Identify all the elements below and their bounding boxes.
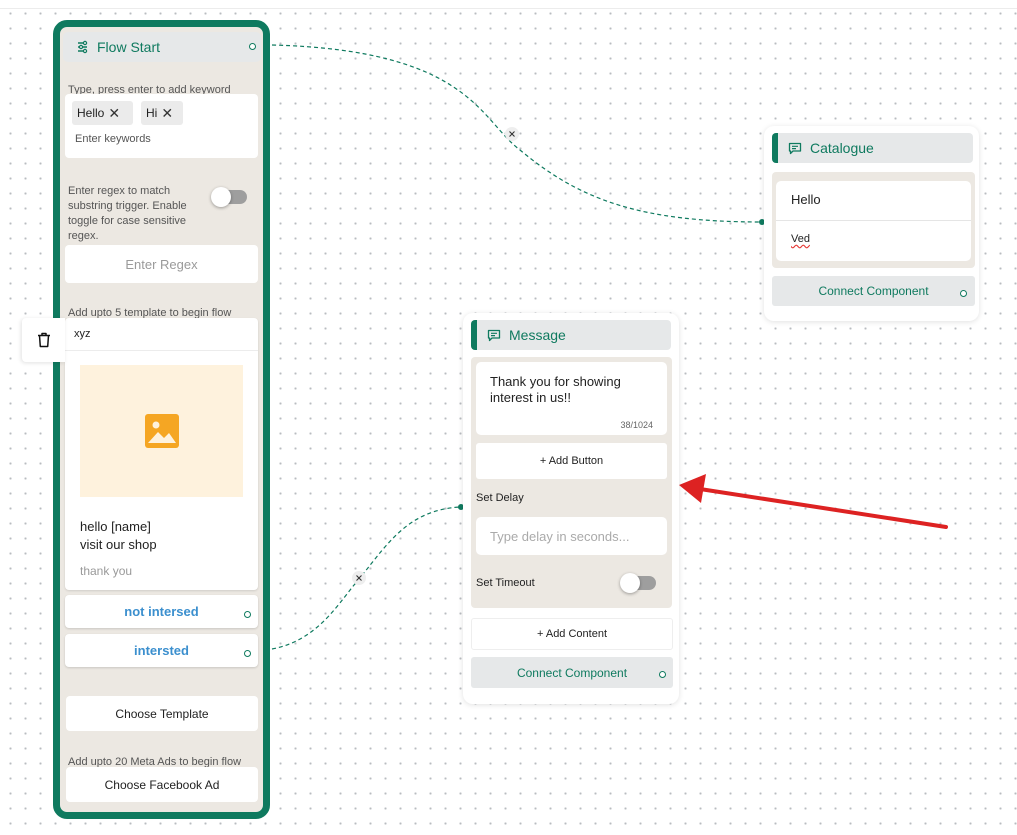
divider xyxy=(776,220,971,221)
catalogue-header[interactable]: Catalogue xyxy=(772,133,973,163)
keyword-placeholder: Enter keywords xyxy=(75,133,151,145)
catalogue-body: Hello Ved xyxy=(772,172,975,268)
flow-start-node[interactable]: Flow Start Type, press enter to add keyw… xyxy=(53,20,270,819)
toggle-knob xyxy=(211,187,231,207)
annotation-arrow xyxy=(679,474,948,529)
output-handle[interactable] xyxy=(244,650,251,657)
message-body: Thank you for showing interest in us!! 3… xyxy=(471,357,672,608)
quick-reply-button[interactable]: intersted xyxy=(65,634,258,667)
quick-reply-label: intersted xyxy=(134,643,189,658)
template-name: xyz xyxy=(74,328,91,340)
choose-template-button[interactable]: Choose Template xyxy=(66,696,258,731)
message-square-icon xyxy=(788,142,802,154)
template-body-line: hello [name] xyxy=(80,519,151,534)
top-bar xyxy=(0,0,1017,9)
add-button-button[interactable]: + Add Button xyxy=(476,443,667,479)
connect-component-button[interactable]: Connect Component xyxy=(772,276,975,306)
char-counter: 38/1024 xyxy=(620,420,653,430)
close-icon[interactable]: ✕ xyxy=(108,106,120,120)
connect-component-label: Connect Component xyxy=(818,284,929,298)
template-body-line: visit our shop xyxy=(80,537,157,552)
catalogue-item[interactable]: Ved xyxy=(791,233,810,245)
catalogue-items: Hello Ved xyxy=(776,181,971,261)
keyword-chip-label: Hello xyxy=(77,106,105,120)
output-handle[interactable] xyxy=(960,290,967,297)
flow-start-title: Flow Start xyxy=(97,39,161,55)
choose-facebook-ad-button[interactable]: Choose Facebook Ad xyxy=(66,767,258,802)
output-handle[interactable] xyxy=(244,611,251,618)
quick-reply-label: not intersed xyxy=(124,604,199,619)
catalogue-node[interactable]: Catalogue Hello Ved Connect Component xyxy=(764,126,979,321)
divider xyxy=(65,350,258,351)
keyword-chip: Hello ✕ xyxy=(72,101,133,125)
template-body: hello [name] visit our shop xyxy=(80,518,157,554)
template-image xyxy=(80,365,243,497)
regex-hint: Enter regex to match substring trigger. … xyxy=(68,185,187,242)
keyword-chip: Hi ✕ xyxy=(141,101,183,125)
catalogue-title: Catalogue xyxy=(810,140,874,156)
template-card[interactable]: xyz hello [name] visit our shop thank yo… xyxy=(65,318,258,590)
message-square-icon xyxy=(487,329,501,341)
image-placeholder-icon xyxy=(144,414,179,448)
catalogue-item[interactable]: Hello xyxy=(791,192,821,207)
delete-template-button[interactable] xyxy=(22,318,65,362)
set-timeout-label: Set Timeout xyxy=(476,577,535,589)
output-handle[interactable] xyxy=(659,671,666,678)
flow-start-header[interactable]: Flow Start xyxy=(63,32,261,62)
regex-input[interactable]: Enter Regex xyxy=(65,245,258,283)
message-text-input[interactable]: Thank you for showing interest in us!! 3… xyxy=(476,362,667,435)
message-text: Thank you for showing interest in us!! xyxy=(490,374,621,405)
flow-icon xyxy=(78,40,88,54)
regex-case-toggle[interactable] xyxy=(211,187,247,207)
message-title: Message xyxy=(509,327,566,343)
quick-reply-button[interactable]: not intersed xyxy=(65,595,258,628)
toggle-knob xyxy=(620,573,640,593)
timeout-toggle[interactable] xyxy=(620,573,656,593)
edge-delete-icon[interactable] xyxy=(505,127,519,141)
message-node[interactable]: Message Thank you for showing interest i… xyxy=(463,313,679,704)
edge-delete-icon[interactable] xyxy=(352,571,366,585)
template-footer: thank you xyxy=(80,564,133,578)
set-delay-label: Set Delay xyxy=(476,492,524,504)
trash-icon xyxy=(37,332,50,348)
add-content-button[interactable]: + Add Content xyxy=(471,618,673,650)
keyword-chip-label: Hi xyxy=(146,106,158,120)
output-handle[interactable] xyxy=(249,43,256,50)
connect-component-button[interactable]: Connect Component xyxy=(471,657,673,688)
close-icon[interactable]: ✕ xyxy=(161,106,173,120)
delay-input[interactable]: Type delay in seconds... xyxy=(476,517,667,555)
keyword-input[interactable]: Hello ✕ Hi ✕ Enter keywords xyxy=(65,94,258,158)
message-header[interactable]: Message xyxy=(471,320,671,350)
connect-component-label: Connect Component xyxy=(516,665,628,680)
